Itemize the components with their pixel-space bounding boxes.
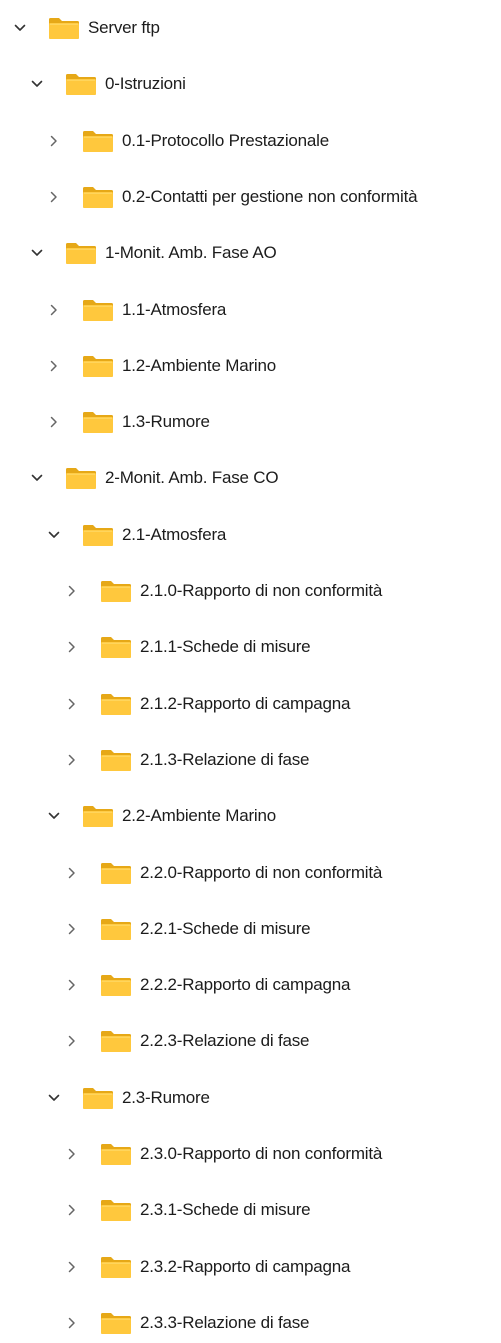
tree-node[interactable]: 2-Monit. Amb. Fase CO <box>27 458 279 498</box>
tree-node-label: 2.2.1-Schede di misure <box>140 918 311 938</box>
folder-icon <box>82 1086 114 1110</box>
tree-node[interactable]: 2.2.0-Rapporto di non conformità <box>62 853 382 893</box>
folder-icon <box>100 1029 132 1053</box>
tree-node[interactable]: Server ftp <box>10 8 160 48</box>
tree-node-label: 1.2-Ambiente Marino <box>122 355 276 375</box>
tree-node-label: 2.3.1-Schede di misure <box>140 1200 311 1220</box>
tree-node[interactable]: 2.3.2-Rapporto di campagna <box>62 1247 350 1287</box>
chevron-right-icon[interactable] <box>44 412 64 432</box>
folder-icon <box>82 354 114 378</box>
folder-icon <box>100 748 132 772</box>
folder-icon <box>65 466 97 490</box>
folder-icon <box>82 523 114 547</box>
tree-node-label: 2.3-Rumore <box>122 1087 210 1107</box>
chevron-right-icon[interactable] <box>44 131 64 151</box>
tree-node-label: 2.1-Atmosfera <box>122 524 227 544</box>
folder-icon <box>100 1255 132 1279</box>
tree-node[interactable]: 2.3.1-Schede di misure <box>62 1190 311 1230</box>
chevron-down-icon[interactable] <box>44 806 64 826</box>
tree-node[interactable]: 2.2.2-Rapporto di campagna <box>62 965 350 1005</box>
chevron-right-icon[interactable] <box>62 694 82 714</box>
folder-icon <box>82 298 114 322</box>
tree-node-label: 2.3.0-Rapporto di non conformità <box>140 1144 383 1163</box>
folder-icon <box>82 804 114 828</box>
chevron-right-icon[interactable] <box>62 1257 82 1277</box>
chevron-right-icon[interactable] <box>44 187 64 207</box>
tree-node[interactable]: 2.3.3-Relazione di fase <box>62 1303 309 1343</box>
chevron-right-icon[interactable] <box>62 637 82 657</box>
tree-node-label: 2.1.3-Relazione di fase <box>140 749 310 769</box>
tree-node[interactable]: 2.2.3-Relazione di fase <box>62 1021 309 1061</box>
tree-node[interactable]: 2.2.1-Schede di misure <box>62 909 311 949</box>
tree-node[interactable]: 1-Monit. Amb. Fase AO <box>27 233 277 273</box>
tree-node-label: 2.1.2-Rapporto di campagna <box>140 693 351 713</box>
folder-icon <box>65 241 97 265</box>
folder-icon <box>65 72 97 96</box>
chevron-down-icon[interactable] <box>27 468 47 488</box>
tree-node[interactable]: 1.3-Rumore <box>44 402 210 442</box>
chevron-right-icon[interactable] <box>44 300 64 320</box>
tree-node[interactable]: 2.1.3-Relazione di fase <box>62 740 309 780</box>
tree-node[interactable]: 2.2-Ambiente Marino <box>44 796 276 836</box>
tree-node-label: Server ftp <box>88 18 160 37</box>
tree-node-label: 2.1.1-Schede di misure <box>140 637 311 657</box>
tree-node-label: 2.3.2-Rapporto di campagna <box>140 1256 351 1276</box>
chevron-down-icon[interactable] <box>27 243 47 263</box>
chevron-down-icon[interactable] <box>27 74 47 94</box>
tree-node[interactable]: 2.1.2-Rapporto di campagna <box>62 684 350 724</box>
tree-node-label: 2.3.3-Relazione di fase <box>140 1312 310 1332</box>
chevron-down-icon[interactable] <box>44 1088 64 1108</box>
folder-icon <box>100 579 132 603</box>
tree-node-label: 1.3-Rumore <box>122 412 210 432</box>
chevron-right-icon[interactable] <box>62 1200 82 1220</box>
tree-node-label: 2-Monit. Amb. Fase CO <box>105 468 279 488</box>
tree-node-label: 2.2-Ambiente Marino <box>122 806 276 826</box>
chevron-right-icon[interactable] <box>62 1313 82 1333</box>
chevron-right-icon[interactable] <box>44 356 64 376</box>
chevron-right-icon[interactable] <box>62 863 82 883</box>
chevron-right-icon[interactable] <box>62 750 82 770</box>
folder-icon <box>100 1142 132 1166</box>
tree-node-label: 1.1-Atmosfera <box>122 299 227 319</box>
chevron-right-icon[interactable] <box>62 919 82 939</box>
folder-icon <box>100 635 132 659</box>
chevron-right-icon[interactable] <box>62 975 82 995</box>
chevron-down-icon[interactable] <box>10 18 30 38</box>
tree-node[interactable]: 0.1-Protocollo Prestazionale <box>44 121 329 161</box>
folder-icon <box>100 917 132 941</box>
chevron-right-icon[interactable] <box>62 581 82 601</box>
folder-icon <box>100 861 132 885</box>
tree-node-label: 2.1.0-Rapporto di non conformità <box>140 581 383 600</box>
tree-node-label: 0.1-Protocollo Prestazionale <box>122 130 330 150</box>
folder-icon <box>100 1198 132 1222</box>
folder-icon <box>82 410 114 434</box>
folder-icon <box>82 129 114 153</box>
chevron-right-icon[interactable] <box>62 1031 82 1051</box>
folder-icon <box>100 1311 132 1335</box>
tree-node-label: 0-Istruzioni <box>105 74 186 94</box>
tree-node-label: 2.2.2-Rapporto di campagna <box>140 975 351 995</box>
tree-node-label: 2.2.3-Relazione di fase <box>140 1031 310 1051</box>
folder-icon <box>100 973 132 997</box>
tree-node[interactable]: 0-Istruzioni <box>27 64 186 104</box>
folder-icon <box>48 16 80 40</box>
tree-node[interactable]: 2.1.0-Rapporto di non conformità <box>62 571 382 611</box>
folder-icon <box>82 185 114 209</box>
tree-node[interactable]: 1.1-Atmosfera <box>44 290 226 330</box>
tree-node[interactable]: 2.1.1-Schede di misure <box>62 627 311 667</box>
folder-tree: Server ftp 0-Istruzioni 0.1-Protocollo P… <box>0 0 501 1338</box>
chevron-down-icon[interactable] <box>44 525 64 545</box>
tree-node[interactable]: 2.3.0-Rapporto di non conformità <box>62 1134 382 1174</box>
tree-node[interactable]: 0.2-Contatti per gestione non conformità <box>44 177 418 217</box>
tree-node-label: 1-Monit. Amb. Fase AO <box>105 243 277 263</box>
tree-node[interactable]: 2.3-Rumore <box>44 1078 210 1118</box>
chevron-right-icon[interactable] <box>62 1144 82 1164</box>
tree-node[interactable]: 2.1-Atmosfera <box>44 515 226 555</box>
tree-node-label: 2.2.0-Rapporto di non conformità <box>140 862 383 882</box>
tree-node-label: 0.2-Contatti per gestione non conformità <box>122 186 418 206</box>
tree-node[interactable]: 1.2-Ambiente Marino <box>44 346 276 386</box>
folder-icon <box>100 692 132 716</box>
